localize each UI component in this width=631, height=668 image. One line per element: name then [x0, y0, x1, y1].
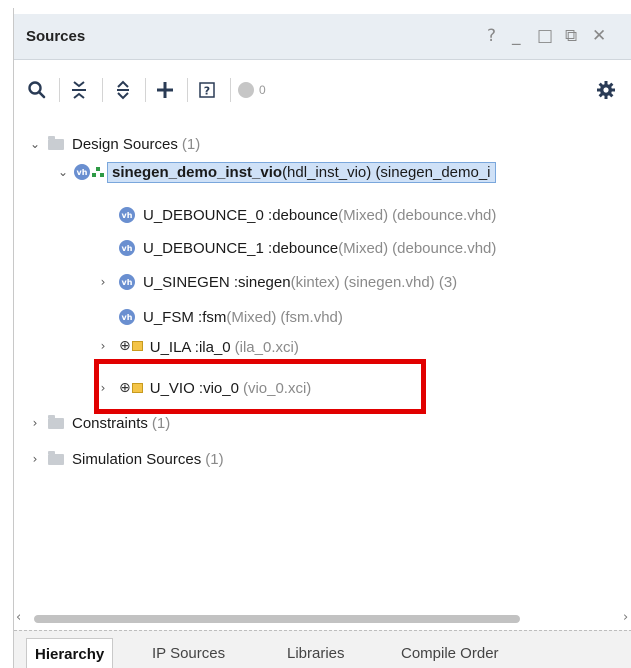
svg-text:?: ? [204, 85, 210, 98]
instance-name: U_FSM : [143, 308, 203, 326]
sources-panel: Sources ? _ □ ⧉ ✕ ? 0 ⌄ Design Sources (… [13, 8, 631, 668]
file-name: (fsm.vhd) [280, 308, 343, 326]
tab-compile-order[interactable]: Compile Order [393, 640, 507, 666]
tree-item-u-sinegen[interactable]: › vh U_SINEGEN : sinegen (kintex) (sineg… [96, 270, 458, 294]
scroll-left-icon[interactable]: ‹ [16, 610, 21, 625]
architecture-name: (Mixed) [338, 206, 389, 224]
instance-name: U_DEBOUNCE_0 : [143, 206, 273, 224]
entity-name: fsm [202, 308, 227, 326]
toolbar-divider [187, 78, 188, 102]
file-name: (ila_0.xci) [234, 339, 299, 356]
module-detail: (hdl_inst_vio) (sinegen_demo_i [282, 163, 491, 181]
vhdl-file-icon: vh [119, 240, 135, 256]
tree-item-u-debounce-0[interactable]: vh U_DEBOUNCE_0 : debounce (Mixed) (debo… [119, 203, 496, 227]
scroll-right-icon[interactable]: › [623, 610, 628, 625]
instance-name: U_SINEGEN : [143, 273, 239, 291]
tree-item-constraints[interactable]: › Constraints (1) [28, 411, 170, 435]
tree-item-top-module[interactable]: ⌄ vh sinegen_demo_inst_vio(hdl_inst_vio)… [56, 160, 496, 184]
tree-item-design-sources[interactable]: ⌄ Design Sources (1) [28, 132, 200, 156]
tree-item-u-ila[interactable]: › ⊕ U_ILA : ila_0 (ila_0.xci) [96, 339, 299, 357]
entity-name: debounce [272, 206, 339, 224]
instance-name: U_ILA : [149, 339, 199, 356]
maximize-icon[interactable]: □ [537, 26, 553, 46]
tree-item-label: Constraints [72, 414, 148, 432]
toolbar-divider [102, 78, 103, 102]
entity-name: sinegen [238, 273, 291, 291]
folder-icon [48, 414, 64, 429]
tab-hierarchy[interactable]: Hierarchy [26, 638, 114, 668]
tree-item-count: (1) [181, 135, 201, 153]
selected-top-module[interactable]: sinegen_demo_inst_vio(hdl_inst_vio) (sin… [107, 161, 496, 183]
collapse-all-icon[interactable] [66, 77, 92, 103]
horizontal-scrollbar[interactable]: ‹ › [14, 610, 631, 626]
vhdl-file-icon: vh [119, 309, 135, 325]
tab-ip-sources[interactable]: IP Sources [144, 640, 233, 666]
tree-item-count: (1) [205, 450, 224, 468]
tree-item-u-debounce-1[interactable]: vh U_DEBOUNCE_1 : debounce (Mixed) (debo… [119, 236, 496, 260]
toolbar-divider [230, 78, 231, 102]
tree-item-count: (1) [151, 414, 171, 432]
chevron-right-icon[interactable]: › [28, 416, 42, 430]
chevron-down-icon[interactable]: ⌄ [28, 137, 42, 151]
architecture-name: (Mixed) [226, 308, 277, 326]
instance-name: U_DEBOUNCE_1 : [143, 239, 273, 257]
toolbar-divider [145, 78, 146, 102]
folder-icon [48, 450, 64, 465]
architecture-name: (Mixed) [338, 239, 389, 257]
minimize-icon[interactable]: _ [512, 26, 521, 46]
folder-icon [48, 135, 64, 150]
chevron-right-icon[interactable]: › [28, 452, 42, 466]
entity-name: ila_0 [198, 339, 231, 356]
tab-libraries[interactable]: Libraries [279, 640, 353, 666]
vhdl-file-icon: vh [119, 274, 135, 290]
help-icon[interactable]: ? [487, 26, 496, 46]
panel-title: Sources [26, 28, 86, 45]
entity-name: debounce [272, 239, 339, 257]
file-name: (debounce.vhd) [392, 239, 497, 257]
chevron-right-icon[interactable]: › [96, 339, 110, 353]
add-icon[interactable] [152, 77, 178, 103]
float-icon[interactable]: ⧉ [565, 26, 577, 46]
architecture-name: (kintex) [290, 273, 340, 291]
panel-titlebar: Sources ? _ □ ⧉ ✕ [14, 14, 631, 60]
tree-item-simulation-sources[interactable]: › Simulation Sources (1) [28, 447, 224, 471]
status-count: 0 [259, 83, 266, 97]
highlight-box [94, 359, 426, 414]
status-indicator: 0 [238, 77, 278, 103]
file-name: (debounce.vhd) [392, 206, 497, 224]
gear-icon[interactable] [594, 77, 618, 103]
search-icon[interactable] [24, 77, 50, 103]
toolbar: ? 0 [14, 61, 631, 119]
close-icon[interactable]: ✕ [592, 26, 606, 46]
vhdl-file-icon: vh [119, 207, 135, 223]
status-dot-icon [238, 82, 254, 98]
bottom-tab-bar: Hierarchy IP Sources Libraries Compile O… [14, 630, 631, 668]
module-name: sinegen_demo_inst_vio [112, 163, 283, 181]
scrollbar-thumb[interactable] [34, 615, 520, 623]
unknown-source-icon[interactable]: ? [194, 77, 220, 103]
expand-all-icon[interactable] [110, 77, 136, 103]
tree-item-u-fsm[interactable]: vh U_FSM : fsm (Mixed) (fsm.vhd) [119, 305, 343, 329]
tree-item-label: Design Sources [72, 135, 178, 153]
toolbar-divider [59, 78, 60, 102]
chevron-down-icon[interactable]: ⌄ [56, 165, 70, 179]
tree-item-label: Simulation Sources [72, 450, 202, 468]
vhdl-file-icon: vh [74, 164, 90, 180]
hierarchy-icon [92, 167, 104, 177]
ip-core-icon: ⊕ [119, 339, 143, 353]
file-name: (sinegen.vhd) (3) [343, 273, 458, 291]
chevron-right-icon[interactable]: › [96, 275, 110, 289]
